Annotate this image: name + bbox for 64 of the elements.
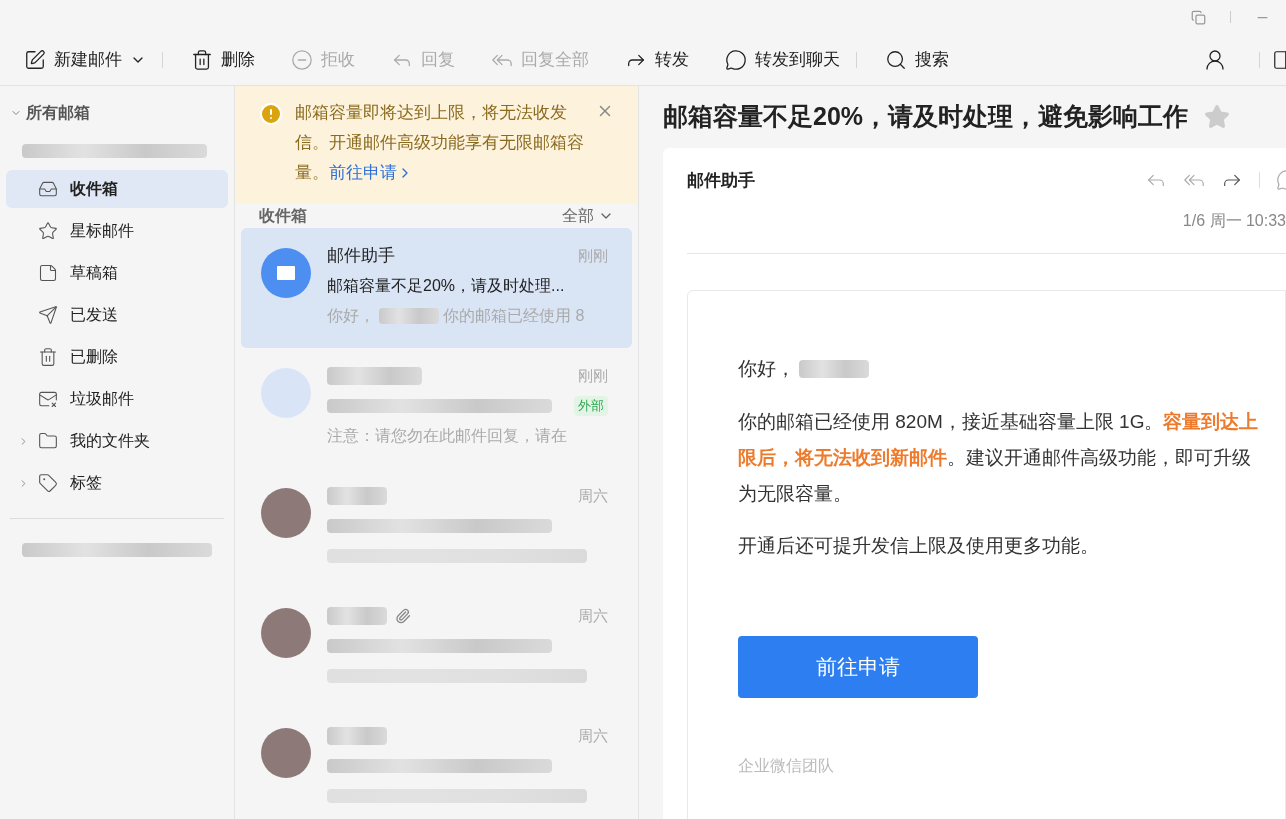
chat-bubble-icon — [725, 48, 747, 71]
search-icon — [885, 48, 907, 71]
inbox-icon — [38, 179, 58, 199]
folder-item[interactable]: 垃圾邮件 — [6, 380, 228, 418]
tag-icon — [38, 473, 58, 493]
send-icon — [38, 305, 58, 325]
folder-item[interactable]: 星标邮件 — [6, 212, 228, 250]
trash-icon — [38, 347, 58, 367]
message-time: 刚刚 — [578, 365, 608, 386]
sender-name: 邮件助手 — [327, 245, 395, 268]
message-time: 刚刚 — [578, 245, 608, 266]
warning-icon — [259, 102, 283, 126]
contacts-icon[interactable] — [1203, 47, 1227, 72]
toolbar-button[interactable]: 转发 — [625, 46, 689, 73]
avatar — [261, 728, 311, 778]
star-icon — [38, 221, 58, 241]
toolbar-button[interactable]: 新建邮件 — [24, 46, 146, 73]
blurred-text — [327, 487, 387, 505]
message-time: 周六 — [578, 725, 608, 746]
blurred-text — [327, 727, 387, 745]
avatar — [261, 368, 311, 418]
note-icon — [38, 263, 58, 283]
list-title: 收件箱 — [259, 206, 307, 226]
folder-item[interactable]: 草稿箱 — [6, 254, 228, 292]
avatar — [261, 488, 311, 538]
message-time: 周六 — [578, 485, 608, 506]
toolbar-button[interactable]: 搜索 — [885, 46, 949, 73]
preview-text: 你好， — [327, 306, 375, 326]
star-icon[interactable] — [1204, 103, 1231, 130]
notice-text: 邮箱容量即将达到上限，将无法收发信。开通邮件高级功能享有无限邮箱容量。前往申请 — [295, 98, 584, 188]
blurred-text — [327, 607, 387, 625]
preview-text: 你的邮箱已经使用 8 — [443, 306, 585, 326]
avatar — [261, 608, 311, 658]
message-item[interactable]: 邮件助手 刚刚 邮箱容量不足20%，请及时处理... 你好， 你的邮箱已经使用 8 — [241, 228, 632, 348]
folder-icon — [38, 431, 58, 451]
greeting-text: 你好， — [738, 357, 795, 381]
trash-icon — [191, 48, 213, 71]
body-paragraph: 开通后还可提升发信上限及使用更多功能。 — [738, 533, 1100, 558]
folder-item[interactable]: 收件箱 — [6, 170, 228, 208]
message-time: 周六 — [578, 605, 608, 626]
toolbar-button[interactable]: 删除 — [191, 46, 255, 73]
apply-link[interactable]: 前往申请 — [329, 158, 413, 188]
email-subject: 邮箱容量不足20%，请及时处理，避免影响工作 — [663, 101, 1189, 132]
sender-name: 邮件助手 — [687, 169, 755, 192]
compose-icon — [24, 48, 46, 71]
signature-text: 企业微信团队 — [738, 755, 835, 776]
folder-item[interactable]: 标签 — [6, 464, 228, 502]
restore-icon[interactable] — [1191, 9, 1206, 25]
folder-item[interactable]: 已删除 — [6, 338, 228, 376]
blurred-text — [379, 308, 439, 324]
message-subject: 邮箱容量不足20%，请及时处理... — [327, 276, 565, 296]
folder-item[interactable]: 我的文件夹 — [6, 422, 228, 460]
blurred-text — [799, 360, 869, 379]
apply-button[interactable]: 前往申请 — [738, 635, 978, 698]
preview-text: 注意：请您勿在此邮件回复，请在 — [327, 426, 567, 446]
section-title[interactable]: 所有邮箱 — [26, 101, 90, 125]
filter-dropdown[interactable]: 全部 — [562, 204, 614, 228]
email-date: 1/6 周一 10:33 — [1182, 211, 1286, 231]
external-tag: 外部 — [574, 396, 608, 416]
mail-x-icon — [38, 389, 58, 409]
body-paragraph: 你的邮箱已经使用 820M，接近基础容量上限 1G。容量到达上限后，将无法收到新邮件。建议开通邮件高级功能，即可升级为无限容量。 — [738, 409, 1260, 506]
toolbar-button[interactable]: 转发到聊天 — [725, 46, 840, 73]
minus-circle-icon — [291, 48, 313, 71]
folder-item[interactable]: 已发送 — [6, 296, 228, 334]
